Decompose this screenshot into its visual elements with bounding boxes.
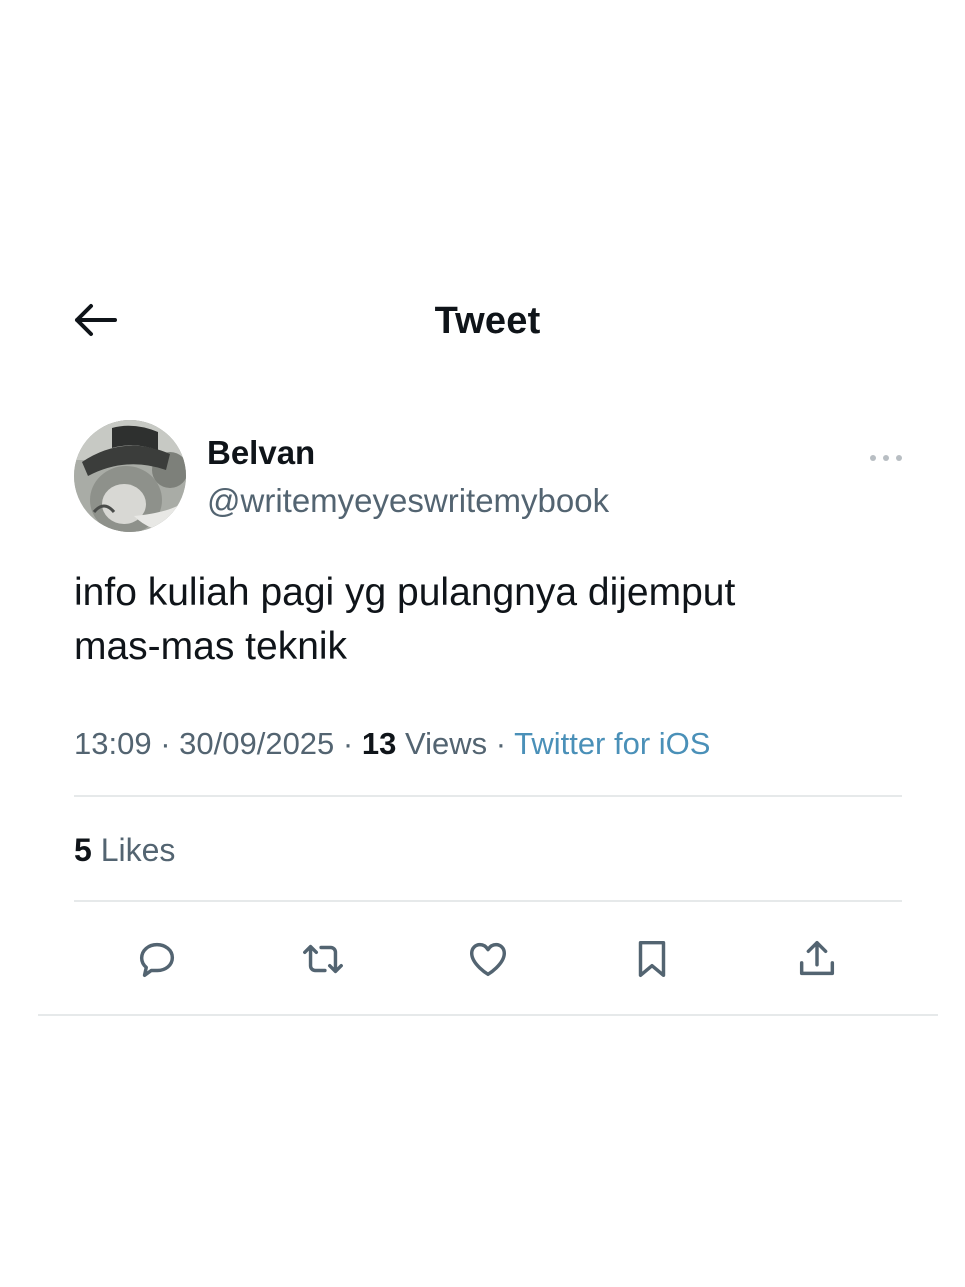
meta-separator: · <box>151 726 180 761</box>
views-label: Views <box>396 726 488 761</box>
views-count: 13 <box>361 726 397 761</box>
reply-button[interactable] <box>130 934 184 988</box>
share-button[interactable] <box>790 934 844 988</box>
divider <box>74 900 902 902</box>
divider <box>38 1014 938 1016</box>
source-link[interactable]: Twitter for iOS <box>514 726 710 761</box>
tweet-text-line: mas-mas teknik <box>74 625 348 668</box>
more-horizontal-icon <box>869 449 903 467</box>
tweet-detail-page: Tweet Belvan @writemyeyeswritemybook inf… <box>0 0 965 1287</box>
author-handle[interactable]: @writemyeyeswritemybook <box>207 482 609 520</box>
like-button[interactable] <box>461 934 515 988</box>
author-name[interactable]: Belvan <box>207 434 315 472</box>
share-icon <box>794 936 840 987</box>
likes-stat[interactable]: 5 Likes <box>74 832 175 869</box>
more-button[interactable] <box>866 446 906 470</box>
retweet-icon <box>300 936 346 987</box>
tweet-meta: 13:09 · 30/09/2025 · 13 Views · Twitter … <box>74 726 710 762</box>
bookmark-icon <box>629 936 675 987</box>
tweet-text-line: info kuliah pagi yg pulangnya dijemput <box>74 571 736 614</box>
retweet-button[interactable] <box>296 934 350 988</box>
bookmark-button[interactable] <box>625 934 679 988</box>
meta-separator: · <box>487 726 515 761</box>
reply-icon <box>134 936 180 987</box>
likes-count: 5 <box>74 832 92 868</box>
tweet-text: info kuliah pagi yg pulangnya dijemput m… <box>74 566 894 674</box>
tweet-time: 13:09 <box>74 726 152 761</box>
tweet-date: 30/09/2025 <box>179 726 335 761</box>
meta-separator: · <box>334 726 362 761</box>
avatar[interactable] <box>74 420 186 532</box>
likes-label: Likes <box>91 832 176 868</box>
divider <box>74 795 902 797</box>
page-title: Tweet <box>434 300 541 342</box>
like-icon <box>465 936 511 987</box>
